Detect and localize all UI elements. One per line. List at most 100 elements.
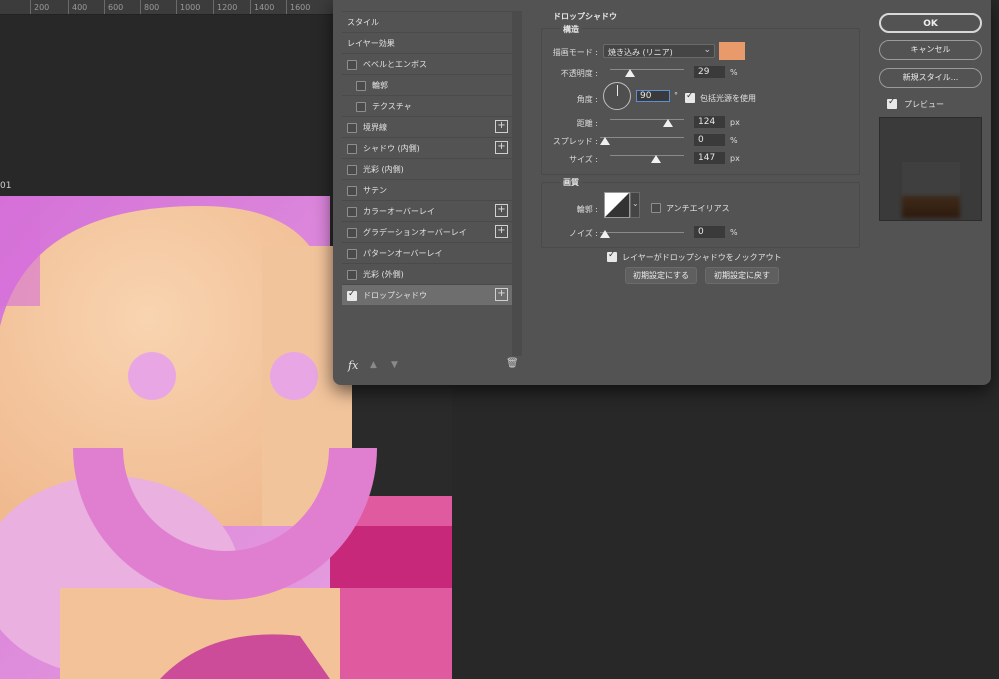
checkbox[interactable] <box>347 165 357 175</box>
ruler-tick-line <box>30 0 31 14</box>
size-input[interactable]: 147 <box>694 152 725 164</box>
preview-shadow <box>902 196 960 218</box>
opacity-label: 不透明度 : <box>560 69 598 78</box>
checkbox[interactable] <box>347 228 357 238</box>
list-item-label: パターンオーバーレイ <box>363 249 443 258</box>
contour-dropdown[interactable]: ⌄ <box>630 192 640 218</box>
list-item-texture[interactable]: テクスチャ <box>342 95 512 116</box>
noise-slider-thumb[interactable] <box>600 230 610 238</box>
global-light-checkbox[interactable] <box>685 91 695 103</box>
preview-label: プレビュー <box>904 100 944 109</box>
size-slider-track[interactable] <box>610 155 684 156</box>
noise-slider-track[interactable] <box>600 232 684 233</box>
checkbox[interactable] <box>356 81 366 91</box>
ruler-tick-line <box>140 0 141 14</box>
angle-input[interactable]: 90 <box>636 90 670 102</box>
ruler-tick-line <box>286 0 287 14</box>
list-item-contour[interactable]: 輪郭 <box>342 74 512 95</box>
spread-slider-track[interactable] <box>600 137 684 138</box>
distance-slider-thumb[interactable] <box>663 119 673 127</box>
list-item-label: 輪郭 <box>372 81 388 90</box>
list-item-drop-shadow[interactable]: ドロップシャドウ + <box>342 284 512 305</box>
preview-swatch <box>902 162 960 196</box>
list-item-satin[interactable]: サテン <box>342 179 512 200</box>
opacity-slider-thumb[interactable] <box>625 69 635 77</box>
noise-unit: % <box>730 228 738 237</box>
horizontal-ruler[interactable]: 200 400 600 800 1000 1200 1400 1600 <box>0 0 340 15</box>
list-item-bevel-emboss[interactable]: ベベルとエンボス <box>342 53 512 74</box>
new-style-button[interactable]: 新規スタイル... <box>879 68 982 88</box>
add-icon[interactable]: + <box>495 225 508 238</box>
knockout-checkbox[interactable] <box>607 250 617 262</box>
list-item-inner-shadow[interactable]: シャドウ (内側) + <box>342 137 512 158</box>
trash-icon[interactable]: 🗑 <box>506 358 519 369</box>
list-scrollbar[interactable] <box>512 11 522 356</box>
ruler-tick-label: 1000 <box>180 3 201 12</box>
list-item-label: レイヤー効果 <box>347 39 395 48</box>
noise-input[interactable]: 0 <box>694 226 725 238</box>
opacity-slider-track[interactable] <box>610 69 684 70</box>
chevron-down-icon: ⌄ <box>703 45 711 55</box>
ruler-tick-line <box>213 0 214 14</box>
move-up-icon[interactable]: ▲ <box>370 360 377 370</box>
spread-slider-thumb[interactable] <box>600 137 610 145</box>
move-down-icon[interactable]: ▼ <box>391 360 398 370</box>
checkbox[interactable] <box>347 186 357 196</box>
contour-picker[interactable] <box>604 192 630 218</box>
list-item-style[interactable]: スタイル <box>342 11 512 32</box>
checkbox[interactable] <box>347 289 357 301</box>
fx-icon[interactable]: fx <box>348 359 358 372</box>
checkbox[interactable] <box>347 144 357 154</box>
ruler-tick-line <box>104 0 105 14</box>
document-label: 01 <box>0 181 12 191</box>
antialias-checkbox[interactable] <box>651 203 661 213</box>
checkbox[interactable] <box>347 270 357 280</box>
make-default-button[interactable]: 初期設定にする <box>625 267 697 284</box>
checkbox[interactable] <box>347 60 357 70</box>
angle-dial-needle <box>617 85 618 96</box>
chevron-down-icon: ⌄ <box>632 199 639 208</box>
size-label: サイズ : <box>569 155 598 164</box>
list-item-label: ベベルとエンボス <box>363 60 427 69</box>
list-item-gradient-overlay[interactable]: グラデーションオーバーレイ + <box>342 221 512 242</box>
checkbox[interactable] <box>347 249 357 259</box>
ruler-tick-line <box>250 0 251 14</box>
list-item-outer-glow[interactable]: 光彩 (外側) <box>342 263 512 284</box>
shadow-color-swatch[interactable] <box>719 42 745 60</box>
add-icon[interactable]: + <box>495 288 508 301</box>
opacity-input[interactable]: 29 <box>694 66 725 78</box>
angle-dial[interactable] <box>603 82 631 110</box>
ok-button[interactable]: OK <box>879 13 982 33</box>
add-icon[interactable]: + <box>495 204 508 217</box>
list-item-inner-glow[interactable]: 光彩 (内側) <box>342 158 512 179</box>
ruler-tick-label: 1600 <box>290 3 311 12</box>
preview-checkbox[interactable] <box>887 97 897 109</box>
distance-input[interactable]: 124 <box>694 116 725 128</box>
add-icon[interactable]: + <box>495 141 508 154</box>
ruler-tick-label: 1400 <box>254 3 275 12</box>
ruler-tick-label: 600 <box>108 3 124 12</box>
size-slider-thumb[interactable] <box>651 155 661 163</box>
list-item-color-overlay[interactable]: カラーオーバーレイ + <box>342 200 512 221</box>
blend-mode-select[interactable]: 焼き込み (リニア) ⌄ <box>603 44 715 58</box>
checkbox[interactable] <box>347 207 357 217</box>
list-item-pattern-overlay[interactable]: パターンオーバーレイ <box>342 242 512 263</box>
cancel-button[interactable]: キャンセル <box>879 40 982 60</box>
list-item-label: スタイル <box>347 18 379 27</box>
add-icon[interactable]: + <box>495 120 508 133</box>
contour-curve-icon <box>605 193 629 217</box>
list-item-layer-effects[interactable]: レイヤー効果 <box>342 32 512 53</box>
global-light-label: 包括光源を使用 <box>700 94 756 103</box>
angle-label: 角度 : <box>576 95 598 104</box>
list-item-label: 境界線 <box>363 123 387 132</box>
spread-input[interactable]: 0 <box>694 134 725 146</box>
quality-title: 画質 <box>560 177 582 188</box>
structure-title: 構造 <box>560 24 582 35</box>
ruler-tick-label: 400 <box>72 3 88 12</box>
ruler-tick-line <box>176 0 177 14</box>
checkbox[interactable] <box>347 123 357 133</box>
knockout-label: レイヤーがドロップシャドウをノックアウト <box>622 253 782 262</box>
checkbox[interactable] <box>356 102 366 112</box>
list-item-stroke[interactable]: 境界線 + <box>342 116 512 137</box>
reset-default-button[interactable]: 初期設定に戻す <box>705 267 779 284</box>
